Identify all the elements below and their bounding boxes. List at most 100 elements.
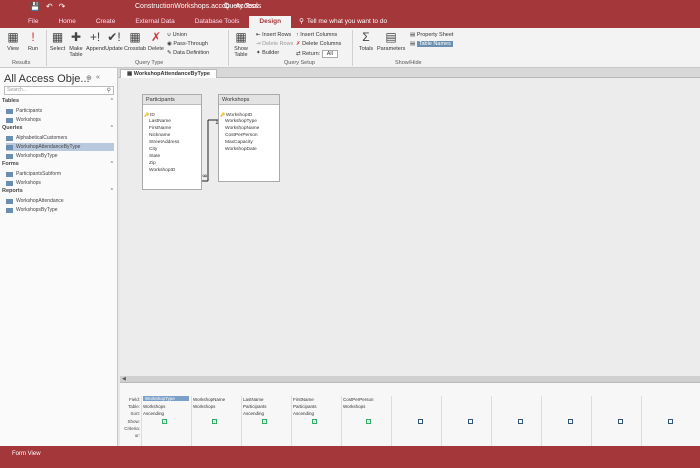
nav-item-query[interactable]: AlphabeticalCustomers bbox=[6, 134, 114, 142]
field-list-item[interactable]: WorkshopDate bbox=[219, 146, 279, 153]
grid-sort-cell[interactable]: Ascending bbox=[143, 411, 164, 416]
nav-collapse-icon[interactable]: « bbox=[96, 74, 100, 81]
participants-table-box[interactable]: Participants ID LastName FirstName Nickn… bbox=[142, 94, 202, 190]
pass-through-button[interactable]: ◉ Pass-Through bbox=[167, 41, 208, 47]
grid-show-checkbox[interactable] bbox=[568, 419, 573, 424]
field-list-item[interactable]: WorkshopID bbox=[219, 111, 279, 118]
nav-item-form[interactable]: Workshops bbox=[6, 179, 114, 187]
nav-search-input[interactable]: Search... ⚲ bbox=[4, 86, 114, 95]
make-table-icon: ✚ bbox=[70, 30, 82, 44]
undo-icon[interactable]: ↶ bbox=[46, 2, 53, 11]
view-button[interactable]: ▦ View bbox=[4, 30, 22, 52]
field-list-item[interactable]: WorkshopType bbox=[219, 118, 279, 125]
field-list-item[interactable]: CostPerPerson bbox=[219, 132, 279, 139]
nav-item-query-selected[interactable]: WorkshopAttendanceByType bbox=[6, 143, 114, 151]
nav-item-table[interactable]: Participants bbox=[6, 107, 114, 115]
return-value[interactable]: All bbox=[321, 50, 338, 58]
grid-show-checkbox[interactable] bbox=[418, 419, 423, 424]
select-button[interactable]: ▦ Select bbox=[49, 30, 66, 52]
nav-section-queries[interactable]: Queries ⌃ bbox=[2, 125, 116, 133]
field-list-item[interactable]: ID bbox=[143, 111, 201, 118]
show-hide-group-label: Show/Hide bbox=[395, 60, 422, 66]
grid-field-cell[interactable]: FirstName bbox=[293, 397, 314, 402]
field-list-item[interactable]: FirstName bbox=[143, 125, 201, 132]
grid-show-checkbox[interactable]: ✓ bbox=[162, 419, 167, 424]
insert-rows-button[interactable]: ⇤ Insert Rows bbox=[256, 32, 291, 38]
nav-section-forms[interactable]: Forms ⌃ bbox=[2, 161, 116, 169]
run-button[interactable]: ! Run bbox=[24, 30, 42, 52]
grid-row-label: Show: bbox=[127, 419, 140, 424]
field-list-item[interactable]: State bbox=[143, 153, 201, 160]
grid-show-checkbox[interactable] bbox=[618, 419, 623, 424]
grid-show-checkbox[interactable] bbox=[518, 419, 523, 424]
grid-row-label: Table: bbox=[127, 404, 140, 409]
property-sheet-icon: ▤ bbox=[410, 32, 416, 38]
union-button[interactable]: ∪ Union bbox=[167, 32, 187, 38]
grid-table-cell[interactable]: Workshops bbox=[143, 404, 165, 409]
field-list-item[interactable]: MaxCapacity bbox=[219, 139, 279, 146]
update-button[interactable]: ✔! Update bbox=[105, 30, 123, 52]
nav-item-query[interactable]: WorkshopsByType bbox=[6, 152, 114, 160]
property-sheet-button[interactable]: ▤ Property Sheet bbox=[410, 32, 453, 38]
delete-columns-button[interactable]: ✗ Delete Columns bbox=[296, 41, 341, 47]
nav-section-reports[interactable]: Reports ⌃ bbox=[2, 188, 116, 196]
tab-file[interactable]: File bbox=[18, 16, 48, 28]
grid-sort-cell[interactable]: Ascending bbox=[293, 411, 314, 416]
grid-show-checkbox[interactable] bbox=[468, 419, 473, 424]
redo-icon[interactable]: ↷ bbox=[59, 2, 66, 11]
table-box-title[interactable]: Workshops bbox=[219, 95, 279, 105]
nav-item-table[interactable]: Workshops bbox=[6, 116, 114, 124]
nav-pane-title[interactable]: All Access Obje... bbox=[4, 73, 90, 85]
doc-tab-query[interactable]: ▦ WorkshopAttendanceByType bbox=[120, 69, 217, 78]
delete-rows-button[interactable]: ⇥ Delete Rows bbox=[256, 41, 293, 47]
grid-table-cell[interactable]: Participants bbox=[293, 404, 317, 409]
grid-show-checkbox[interactable]: ✓ bbox=[366, 419, 371, 424]
crosstab-button[interactable]: ▦ Crosstab bbox=[124, 30, 146, 52]
grid-show-checkbox[interactable] bbox=[668, 419, 673, 424]
grid-sort-cell[interactable]: Ascending bbox=[243, 411, 264, 416]
grid-show-checkbox[interactable]: ✓ bbox=[312, 419, 317, 424]
field-list-item[interactable]: Zip bbox=[143, 160, 201, 167]
insert-columns-button[interactable]: ↑ Insert Columns bbox=[296, 32, 337, 38]
grid-field-cell[interactable]: WorkshopName bbox=[193, 397, 225, 402]
nav-section-tables[interactable]: Tables ⌃ bbox=[2, 98, 116, 106]
grid-field-cell[interactable]: WorkshopType bbox=[143, 396, 189, 401]
parameters-button[interactable]: ▤ Parameters bbox=[377, 30, 405, 52]
tab-create[interactable]: Create bbox=[86, 16, 126, 28]
grid-show-checkbox[interactable]: ✓ bbox=[212, 419, 217, 424]
field-list-item[interactable]: City bbox=[143, 146, 201, 153]
tab-external-data[interactable]: External Data bbox=[125, 16, 184, 28]
nav-dropdown-icon[interactable]: ⊕ bbox=[86, 74, 92, 82]
builder-button[interactable]: ✦ Builder bbox=[256, 50, 279, 56]
grid-field-cell[interactable]: CostPerPerson bbox=[343, 397, 374, 402]
tab-design[interactable]: Design bbox=[249, 16, 292, 28]
table-box-title[interactable]: Participants bbox=[143, 95, 201, 105]
field-list-item[interactable]: StreetAddress bbox=[143, 139, 201, 146]
nav-item-form[interactable]: ParticipantsSubform bbox=[6, 170, 114, 178]
show-table-button[interactable]: ▦ Show Table bbox=[231, 30, 251, 58]
field-list-item[interactable]: LastName bbox=[143, 118, 201, 125]
workshops-table-box[interactable]: Workshops WorkshopID WorkshopType Worksh… bbox=[218, 94, 280, 182]
data-definition-button[interactable]: ✎ Data Definition bbox=[167, 50, 209, 56]
tell-me-box[interactable]: ⚲ Tell me what you want to do bbox=[299, 16, 387, 28]
nav-item-report[interactable]: WorkshopAttendance bbox=[6, 197, 114, 205]
field-list-item[interactable]: WorkshopName bbox=[219, 125, 279, 132]
field-list-item[interactable]: Nickname bbox=[143, 132, 201, 139]
field-list-item[interactable]: WorkshopID bbox=[143, 167, 201, 174]
grid-table-cell[interactable]: Workshops bbox=[343, 404, 365, 409]
save-icon[interactable]: 💾 bbox=[30, 2, 40, 11]
tab-database-tools[interactable]: Database Tools bbox=[185, 16, 250, 28]
append-button[interactable]: +! Append bbox=[86, 30, 105, 52]
table-names-button[interactable]: ▤ Table Names bbox=[410, 41, 453, 47]
nav-item-report[interactable]: WorkshopsByType bbox=[6, 206, 114, 214]
grid-show-checkbox[interactable]: ✓ bbox=[262, 419, 267, 424]
grid-column-divider bbox=[641, 396, 642, 446]
return-selector[interactable]: ⇄ Return: All bbox=[296, 50, 338, 58]
tab-home[interactable]: Home bbox=[48, 16, 85, 28]
totals-button[interactable]: Σ Totals bbox=[357, 30, 375, 52]
grid-table-cell[interactable]: Workshops bbox=[193, 404, 215, 409]
grid-table-cell[interactable]: Participants bbox=[243, 404, 267, 409]
make-table-button[interactable]: ✚ Make Table bbox=[67, 30, 85, 58]
delete-button[interactable]: ✗ Delete bbox=[147, 30, 165, 52]
grid-field-cell[interactable]: LastName bbox=[243, 397, 264, 402]
